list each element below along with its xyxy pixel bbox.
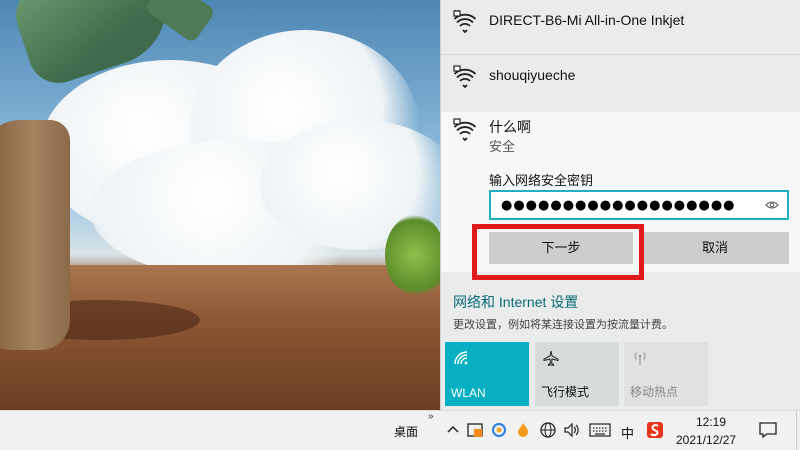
network-flyout: DIRECT-B6-Mi All-in-One Inkjet shouqiyue…	[440, 0, 800, 410]
notification-center-icon[interactable]	[758, 421, 778, 439]
network-name: 什么啊	[489, 119, 531, 135]
password-value: ●●●●●●●●●●●●●●●●●●●	[501, 198, 736, 213]
show-hidden-icons-chevron-up-icon[interactable]	[444, 421, 462, 439]
wifi-secured-icon	[453, 65, 477, 89]
hotspot-icon	[634, 352, 646, 365]
volume-icon[interactable]	[563, 421, 581, 439]
network-settings-description: 更改设置，例如将某连接设置为按流量计费。	[453, 319, 673, 331]
sync-icon[interactable]	[490, 421, 508, 439]
sogou-input-icon[interactable]	[646, 421, 664, 439]
keyboard-icon[interactable]	[589, 421, 611, 439]
clock-time[interactable]: 12:19	[694, 415, 728, 429]
tile-label: 移动热点	[630, 385, 679, 399]
cancel-button[interactable]: 取消	[641, 232, 789, 264]
network-security-status: 安全	[489, 139, 516, 154]
tile-label: WLAN	[451, 386, 486, 400]
network-settings-link[interactable]: 网络和 Internet 设置	[453, 292, 578, 312]
network-item-shouqiyueche[interactable]: shouqiyueche	[441, 55, 800, 111]
tray-app-icon[interactable]	[466, 421, 484, 439]
globe-icon[interactable]	[539, 421, 557, 439]
ime-mode-indicator[interactable]: 中	[621, 423, 634, 442]
wifi-secured-icon	[453, 10, 477, 34]
password-label: 输入网络安全密钥	[489, 173, 594, 188]
wlan-toggle[interactable]: WLAN	[445, 342, 529, 406]
taskbar: » 桌面 中 12:19 2021/12/27	[0, 410, 800, 450]
airplane-mode-toggle[interactable]: 飞行模式	[535, 342, 619, 406]
flame-icon[interactable]	[514, 421, 532, 439]
toolbar-expand-chevron[interactable]: »	[428, 411, 434, 422]
password-input[interactable]: ●●●●●●●●●●●●●●●●●●●	[489, 190, 789, 220]
highlight-annotation	[472, 224, 644, 280]
network-item-direct-b6[interactable]: DIRECT-B6-Mi All-in-One Inkjet	[441, 0, 800, 54]
eye-icon[interactable]	[765, 200, 779, 210]
mobile-hotspot-toggle[interactable]: 移动热点	[624, 342, 708, 406]
network-name: DIRECT-B6-Mi All-in-One Inkjet	[489, 12, 685, 28]
show-desktop-button[interactable]	[796, 411, 800, 450]
clock-date[interactable]: 2021/12/27	[676, 433, 736, 447]
network-name: shouqiyueche	[489, 67, 576, 83]
airplane-icon	[543, 350, 559, 366]
wlan-icon	[454, 351, 468, 365]
desktop-toolbar-label[interactable]: 桌面	[394, 423, 418, 440]
quick-actions-area: 网络和 Internet 设置 更改设置，例如将某连接设置为按流量计费。 WLA…	[441, 272, 800, 410]
wifi-secured-icon	[453, 118, 477, 142]
tile-label: 飞行模式	[541, 385, 590, 399]
